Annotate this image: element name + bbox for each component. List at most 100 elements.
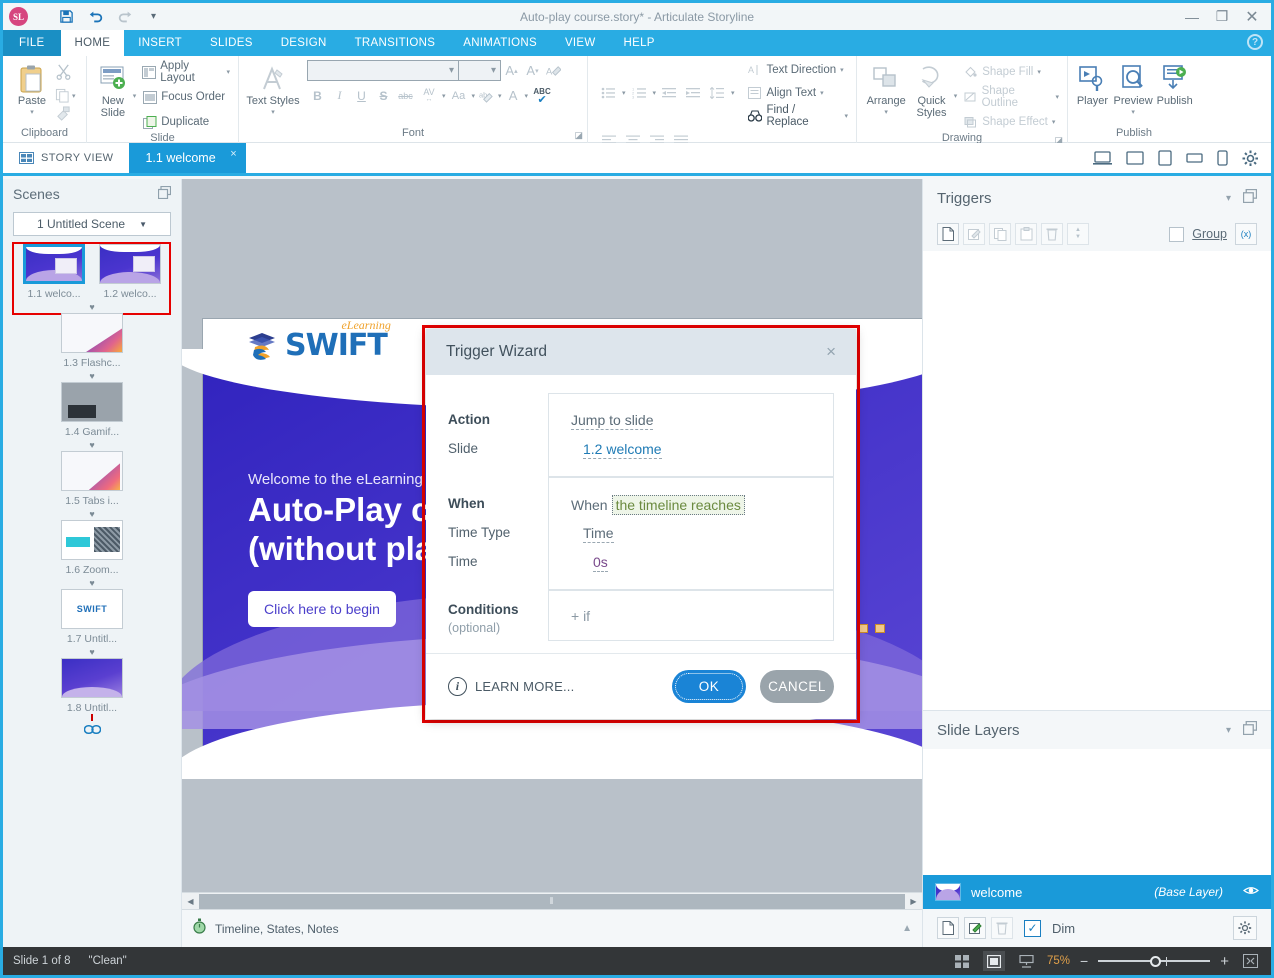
tab-transitions[interactable]: TRANSITIONS (341, 30, 450, 56)
quick-styles-button[interactable]: Quick Styles (909, 60, 953, 119)
new-slide-button[interactable]: New Slide (93, 60, 133, 119)
copy-dropdown-icon[interactable]: ▾ (72, 92, 76, 100)
slide-value-row[interactable]: 1.2 welcome (549, 435, 833, 464)
font-color-dropdown-icon[interactable]: ▾ (525, 92, 529, 100)
slide-thumb-1-6[interactable]: 1.6 Zoom... (3, 520, 181, 576)
slide-thumb-1-7[interactable]: 1.7 Untitl... (3, 589, 181, 645)
close-button[interactable]: ✕ (1237, 3, 1267, 30)
character-spacing-dropdown-icon[interactable]: ▾ (442, 92, 446, 100)
arrange-button[interactable]: Arrange ▾ (863, 60, 909, 116)
find-replace-dropdown-icon[interactable]: ▾ (845, 112, 849, 120)
undo-icon[interactable] (87, 8, 104, 25)
when-value-row[interactable]: When the timeline reaches (549, 490, 833, 519)
move-down-icon[interactable]: ▼ (1075, 234, 1081, 241)
dim-checkbox[interactable]: ✓ (1024, 919, 1041, 937)
text-highlight-button[interactable]: ab (476, 85, 497, 106)
text-styles-button[interactable]: Text Styles ▾ (245, 60, 301, 116)
slide-thumb-1-4[interactable]: 1.4 Gamif... (3, 382, 181, 438)
align-text-button[interactable]: Align Text ▾ (745, 83, 850, 103)
bullets-dropdown-icon[interactable]: ▾ (622, 89, 626, 97)
story-view-button[interactable] (951, 951, 973, 971)
shrink-font-icon[interactable]: A ▾ (522, 60, 543, 81)
device-small-landscape-icon[interactable] (1186, 152, 1203, 164)
scroll-left-icon[interactable]: ◀ (182, 892, 199, 910)
shape-effect-button[interactable]: Shape Effect ▾ (961, 112, 1061, 132)
align-text-dropdown-icon[interactable]: ▾ (820, 89, 824, 97)
minimize-button[interactable]: — (1177, 3, 1207, 30)
time-type-value[interactable]: Time (583, 525, 614, 543)
slide-thumb-1-2[interactable]: 1.2 welco... (99, 244, 161, 300)
quick-styles-dropdown-icon[interactable]: ▾ (954, 60, 958, 100)
clear-formatting-icon[interactable]: A (543, 60, 564, 81)
chevron-down-icon[interactable]: ▾ (1226, 725, 1231, 736)
slide-thumb-1-5[interactable]: 1.5 Tabs i... (3, 451, 181, 507)
tab-animations[interactable]: ANIMATIONS (449, 30, 551, 56)
manage-variables-button[interactable]: (x) (1235, 223, 1257, 245)
shape-effect-dropdown-icon[interactable]: ▾ (1052, 118, 1056, 126)
copy-trigger-button[interactable] (989, 223, 1011, 245)
device-desktop-icon[interactable] (1093, 150, 1112, 166)
triggers-list[interactable] (923, 251, 1271, 710)
app-logo-icon[interactable]: SL (9, 7, 28, 26)
undock-icon[interactable] (1242, 188, 1258, 208)
learn-more-link[interactable]: i LEARN MORE... (448, 677, 574, 696)
slide-layer-base-row[interactable]: welcome (Base Layer) (923, 875, 1271, 909)
ok-button[interactable]: OK (672, 670, 746, 703)
add-condition-button[interactable]: + if (549, 601, 833, 630)
decrease-indent-icon[interactable] (659, 83, 680, 104)
paste-trigger-button[interactable] (1015, 223, 1037, 245)
find-replace-button[interactable]: Find / Replace ▾ (745, 104, 850, 128)
trigger-move-spinner[interactable]: ▲ ▼ (1067, 223, 1089, 245)
customize-qat-icon[interactable]: ▾ (145, 8, 162, 25)
canvas-horizontal-scrollbar[interactable]: ◀ ⦀ ▶ (182, 892, 922, 910)
slide-thumb-1-8[interactable]: 1.8 Untitl... (3, 658, 181, 738)
preview-view-button[interactable] (1015, 951, 1037, 971)
apply-layout-dropdown-icon[interactable]: ▾ (226, 68, 230, 76)
slide-value[interactable]: 1.2 welcome (583, 441, 662, 459)
character-spacing-button[interactable]: AV ↔ (417, 85, 441, 106)
chevron-down-icon[interactable]: ▾ (1226, 193, 1231, 204)
player-button[interactable]: Player (1074, 60, 1111, 108)
numbering-icon[interactable]: 123 (629, 83, 650, 104)
edit-trigger-button[interactable] (963, 223, 985, 245)
underline-button[interactable]: U (351, 85, 372, 106)
device-phone-icon[interactable] (1217, 150, 1228, 166)
tab-slide-1-1-welcome[interactable]: 1.1 welcome × (129, 143, 246, 173)
story-view-tab[interactable]: STORY VIEW (3, 143, 129, 173)
fit-to-window-button[interactable] (1239, 951, 1261, 971)
bold-button[interactable]: B (307, 85, 328, 106)
help-button[interactable]: ? (1247, 34, 1265, 52)
scroll-thumb[interactable]: ⦀ (199, 893, 905, 909)
tab-design[interactable]: DESIGN (267, 30, 341, 56)
slide-thumb-1-3[interactable]: 1.3 Flashc... (3, 313, 181, 369)
delete-trigger-button[interactable] (1041, 223, 1063, 245)
time-type-value-row[interactable]: Time (549, 519, 833, 548)
preview-button[interactable]: Preview ▾ (1113, 60, 1154, 116)
maximize-button[interactable]: ❐ (1207, 3, 1237, 30)
device-tablet-portrait-icon[interactable] (1158, 150, 1172, 166)
close-icon[interactable]: × (230, 148, 236, 160)
selection-handle[interactable] (875, 624, 885, 633)
increase-indent-icon[interactable] (683, 83, 704, 104)
cancel-button[interactable]: CANCEL (760, 670, 834, 703)
change-case-button[interactable]: Aa (447, 85, 471, 106)
layer-properties-button[interactable] (964, 917, 986, 939)
spelling-button[interactable]: ABC ✔ (529, 85, 555, 106)
action-value[interactable]: Jump to slide (571, 412, 654, 430)
strikethrough-button[interactable]: S (373, 85, 394, 106)
numbering-dropdown-icon[interactable]: ▾ (652, 89, 656, 97)
close-icon[interactable]: × (826, 342, 836, 362)
tab-slides[interactable]: SLIDES (196, 30, 267, 56)
link-icon[interactable] (83, 723, 101, 738)
publish-button[interactable]: Publish (1155, 60, 1194, 108)
new-trigger-button[interactable] (937, 223, 959, 245)
zoom-in-button[interactable]: + (1220, 953, 1229, 970)
shape-outline-button[interactable]: Shape Outline ▾ (961, 85, 1061, 109)
font-color-button[interactable]: A (503, 85, 524, 106)
slide-view-button[interactable] (983, 951, 1006, 971)
time-value-row[interactable]: 0s (549, 548, 833, 577)
redo-icon[interactable] (116, 8, 133, 25)
eye-icon[interactable] (1243, 885, 1259, 899)
layer-settings-gear-icon[interactable] (1233, 916, 1257, 940)
font-dialog-launcher-icon[interactable]: ◪ (574, 130, 583, 141)
